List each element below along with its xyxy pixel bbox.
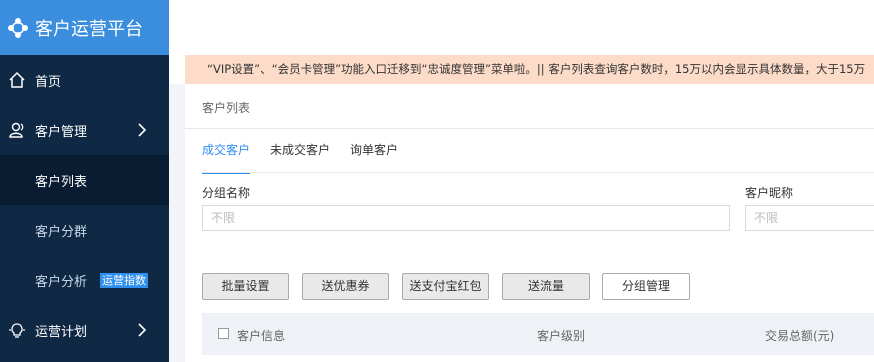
sidebar: 客户运营平台 首页 客户管理 客户列表 客户分群 客户分析 运营指数 运营计划 [0, 0, 169, 362]
lightbulb-icon [8, 321, 26, 339]
notice-text: “VIP设置”、“会员卡管理”功能入口迁移到“忠诚度管理”菜单啦。|| 客户列表… [207, 62, 866, 76]
batch-settings-button[interactable]: 批量设置 [202, 273, 289, 300]
top-bar [169, 0, 874, 55]
chevron-right-icon [137, 323, 147, 337]
group-management-button[interactable]: 分组管理 [602, 273, 690, 300]
user-icon [8, 121, 26, 139]
sidebar-item-label: 客户分析 [35, 274, 88, 290]
table-header: 客户信息 客户级别 交易总额(元) [202, 313, 874, 355]
select-all-checkbox[interactable] [218, 328, 229, 339]
operation-index-badge[interactable]: 运营指数 [100, 272, 149, 288]
chevron-right-icon [137, 123, 147, 137]
sidebar-item-operation-plan[interactable]: 运营计划 [0, 305, 169, 355]
sidebar-item-label: 运营计划 [35, 324, 88, 340]
sidebar-item-customer-management[interactable]: 客户管理 [0, 105, 169, 155]
group-name-label: 分组名称 [202, 186, 251, 200]
group-name-select[interactable]: 不限 [202, 205, 730, 231]
sidebar-item-label: 首页 [35, 74, 62, 90]
sidebar-item-customer-list[interactable]: 客户列表 [0, 155, 169, 205]
send-coupon-button[interactable]: 送优惠券 [302, 273, 389, 300]
sidebar-item-label: 客户管理 [35, 124, 88, 140]
content-gutter [169, 84, 185, 362]
nickname-label: 客户昵称 [745, 186, 794, 200]
sidebar-item-home[interactable]: 首页 [0, 55, 169, 105]
tab-closed-customers[interactable]: 成交客户 [202, 142, 251, 174]
breadcrumb: 客户列表 [202, 101, 251, 115]
column-header-customer-level: 客户级别 [537, 329, 586, 343]
column-header-customer-info: 客户信息 [237, 329, 286, 343]
nickname-input[interactable]: 不限 [745, 205, 874, 231]
sidebar-item-label: 客户分群 [35, 224, 88, 240]
sidebar-item-label: 客户列表 [35, 174, 88, 190]
notice-banner: “VIP设置”、“会员卡管理”功能入口迁移到“忠诚度管理”菜单啦。|| 客户列表… [185, 55, 874, 84]
divider [185, 128, 874, 129]
divider [202, 172, 874, 173]
main-panel: 客户列表 成交客户 未成交客户 询单客户 分组名称 不限 客户昵称 不限 批量设… [185, 84, 874, 362]
column-header-total-amount[interactable]: 交易总额(元) [765, 327, 834, 344]
home-icon [8, 71, 26, 89]
send-traffic-button[interactable]: 送流量 [502, 273, 590, 300]
brand-header[interactable]: 客户运营平台 [0, 0, 169, 55]
tab-inquiry-customers[interactable]: 询单客户 [350, 142, 398, 172]
sidebar-item-customer-analysis[interactable]: 客户分析 运营指数 [0, 255, 169, 305]
logo-icon [7, 17, 29, 39]
tabs: 成交客户 未成交客户 询单客户 [202, 142, 418, 174]
tab-unclosed-customers[interactable]: 未成交客户 [270, 142, 330, 172]
sidebar-item-customer-segments[interactable]: 客户分群 [0, 205, 169, 255]
brand-title: 客户运营平台 [35, 18, 143, 40]
send-alipay-redpacket-button[interactable]: 送支付宝红包 [402, 273, 489, 300]
